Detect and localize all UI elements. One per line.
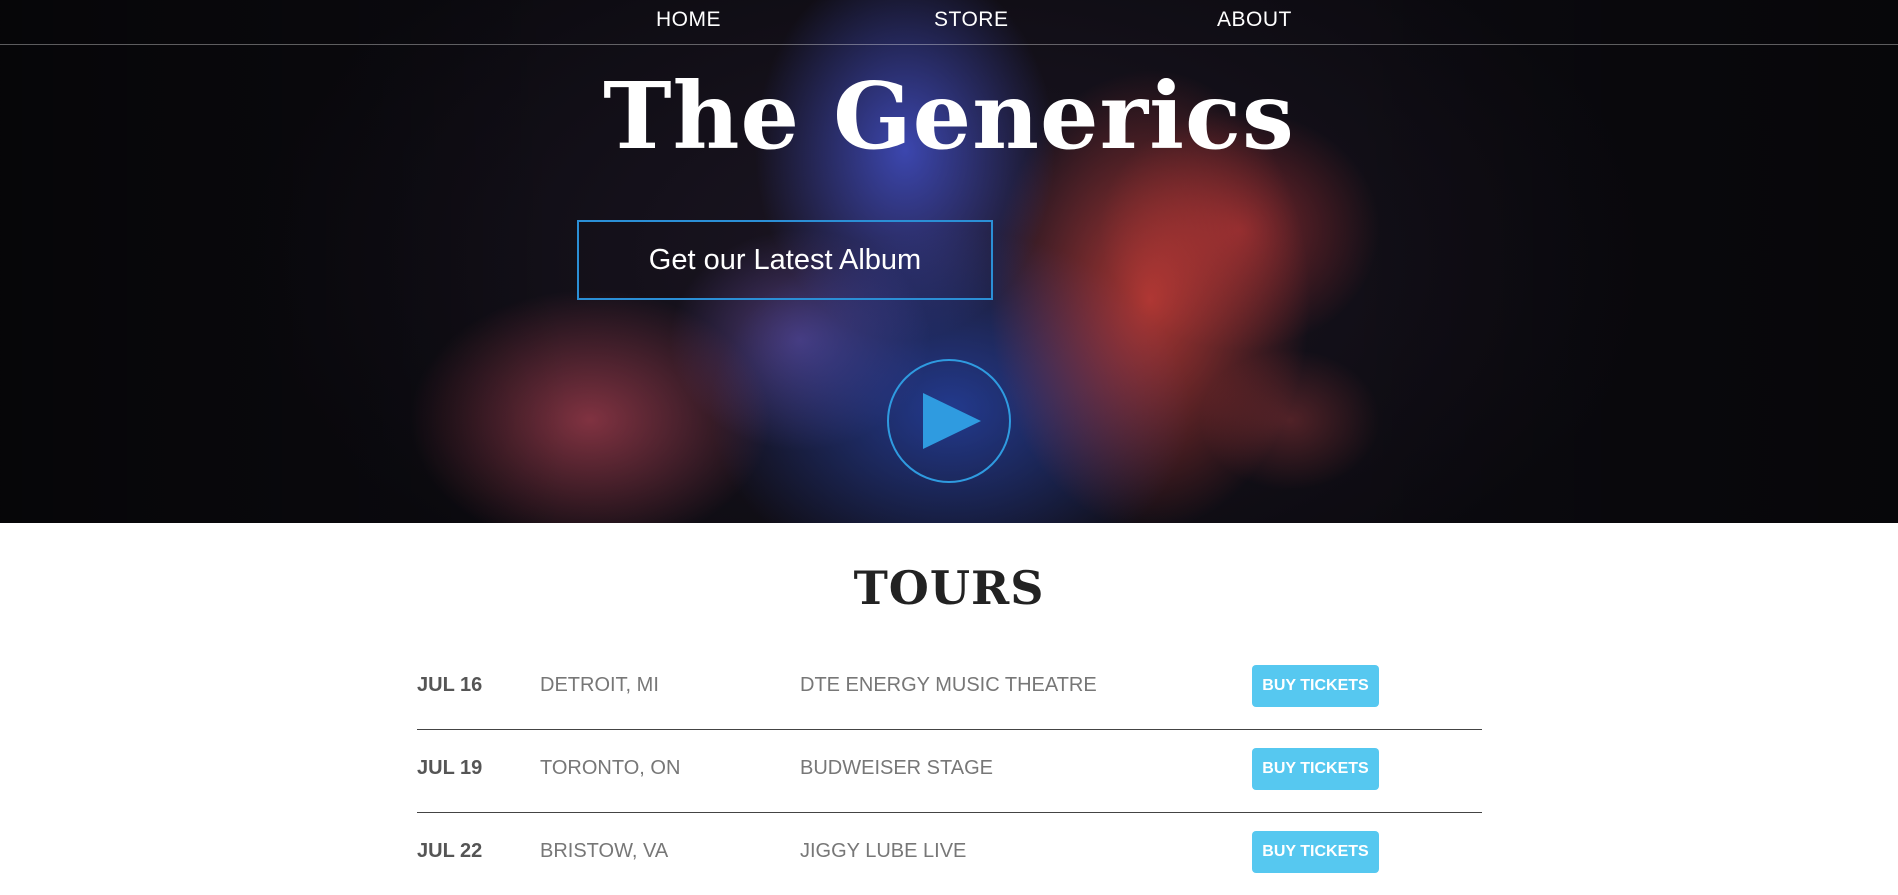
play-button[interactable] [887, 359, 1011, 483]
tour-venue: JIGGY LUBE LIVE [800, 840, 967, 862]
tour-venue: DTE ENERGY MUSIC THEATRE [800, 674, 1097, 696]
tour-row: JUL 19 TORONTO, ON BUDWEISER STAGE BUY T… [417, 730, 1482, 813]
buy-tickets-button[interactable]: BUY TICKETS [1252, 831, 1379, 873]
tour-row: JUL 22 BRISTOW, VA JIGGY LUBE LIVE BUY T… [417, 813, 1482, 895]
tour-date: JUL 19 [417, 757, 483, 779]
tour-city: DETROIT, MI [540, 674, 659, 696]
band-title: The Generics [603, 62, 1295, 170]
tour-venue: BUDWEISER STAGE [800, 757, 993, 779]
buy-tickets-button[interactable]: BUY TICKETS [1252, 665, 1379, 707]
nav-home-link[interactable]: HOME [656, 8, 721, 32]
buy-tickets-button[interactable]: BUY TICKETS [1252, 748, 1379, 790]
tour-row: JUL 16 DETROIT, MI DTE ENERGY MUSIC THEA… [417, 647, 1482, 730]
get-latest-album-button[interactable]: Get our Latest Album [577, 220, 993, 300]
nav-store-link[interactable]: STORE [934, 8, 1008, 32]
play-icon [923, 393, 981, 449]
tours-heading: TOURS [853, 561, 1045, 615]
top-navigation: HOME STORE ABOUT [0, 0, 1898, 45]
hero-banner: HOME STORE ABOUT The Generics Get our La… [0, 0, 1898, 523]
tour-city: BRISTOW, VA [540, 840, 669, 862]
tour-date: JUL 22 [417, 840, 483, 862]
tours-section: TOURS JUL 16 DETROIT, MI DTE ENERGY MUSI… [0, 523, 1898, 891]
tour-date: JUL 16 [417, 674, 483, 696]
nav-about-link[interactable]: ABOUT [1217, 8, 1292, 32]
tour-city: TORONTO, ON [540, 757, 681, 779]
